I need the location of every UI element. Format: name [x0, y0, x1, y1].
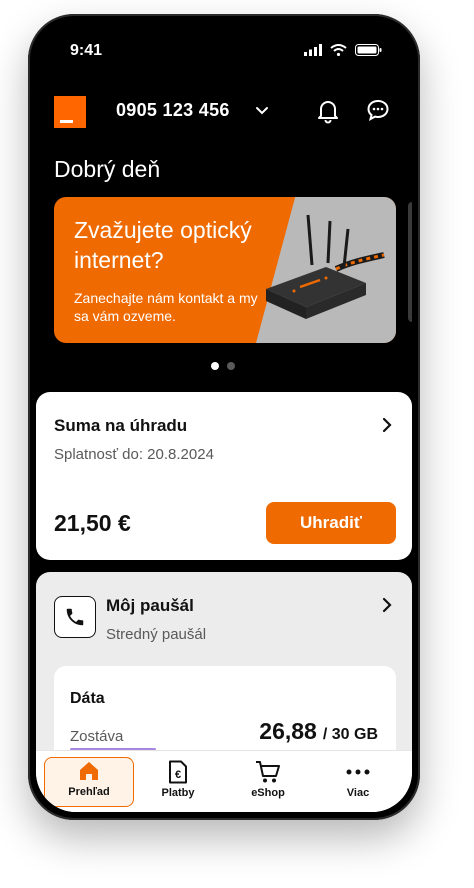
- status-time: 9:41: [70, 42, 103, 59]
- bottom-navigation: Prehľad € Platby eShop Viac: [36, 750, 412, 812]
- banner-subtitle: Zanechajte nám kontakt a my sa vám ozvem…: [74, 290, 258, 324]
- chevron-right-icon[interactable]: [380, 596, 394, 614]
- banner-title: Zvažujete optický internet?: [74, 217, 252, 273]
- svg-text:€: €: [175, 769, 181, 781]
- status-bar: 9:41: [36, 22, 412, 66]
- pagination-dot[interactable]: [227, 362, 235, 370]
- data-title: Dáta: [70, 690, 105, 707]
- data-remaining-value: 26,88: [259, 718, 317, 744]
- data-remaining-label: Zostáva: [70, 728, 124, 745]
- chat-icon[interactable]: [366, 98, 390, 122]
- nav-label: Viac: [346, 787, 370, 799]
- orange-logo: [54, 96, 86, 128]
- nav-label: Platby: [161, 787, 195, 799]
- nav-item-platby[interactable]: € Platby: [134, 759, 222, 805]
- bell-icon[interactable]: [316, 98, 340, 124]
- nav-label: eShop: [251, 787, 285, 799]
- home-icon: [80, 762, 98, 780]
- nav-item-eshop[interactable]: eShop: [224, 759, 312, 805]
- phone-handset-icon: [54, 596, 96, 638]
- chevron-right-icon[interactable]: [380, 416, 394, 434]
- data-total: / 30 GB: [322, 726, 378, 743]
- battery-icon: [355, 44, 382, 56]
- app-header: 0905 123 456: [36, 96, 412, 136]
- cart-icon: [256, 761, 280, 783]
- euro-document-icon: €: [169, 760, 187, 784]
- promo-banner[interactable]: Zvažujete optický internet? Zanechajte n…: [54, 197, 396, 343]
- payment-card[interactable]: Suma na úhradu Splatnosť do: 20.8.2024 2…: [36, 392, 412, 560]
- payment-title: Suma na úhradu: [54, 416, 188, 435]
- wifi-icon: [330, 44, 347, 56]
- greeting-text: Dobrý deň: [54, 156, 161, 182]
- pagination-dot-active[interactable]: [211, 362, 219, 370]
- signal-icon: [304, 44, 322, 56]
- phone-frame: 9:41 0905 123 456 Dobrý deň Zvažujete op…: [28, 14, 420, 820]
- chevron-down-icon[interactable]: [254, 102, 270, 118]
- router-illustration: [266, 214, 385, 319]
- plan-title: Môj paušál: [106, 596, 194, 615]
- app-screen: 9:41 0905 123 456 Dobrý deň Zvažujete op…: [36, 22, 412, 812]
- plan-name: Stredný paušál: [106, 626, 207, 643]
- nav-item-viac[interactable]: Viac: [314, 759, 402, 805]
- phone-number-selector[interactable]: 0905 123 456: [116, 100, 230, 121]
- more-dots-icon: [346, 769, 370, 775]
- next-banner-peek[interactable]: [408, 202, 412, 322]
- payment-amount: 21,50 €: [54, 510, 131, 536]
- nav-item-prehlad[interactable]: Prehľad: [44, 757, 134, 807]
- banner-pagination: [211, 362, 235, 370]
- pay-button[interactable]: Uhradiť: [266, 502, 396, 544]
- payment-due-date: Splatnosť do: 20.8.2024: [54, 446, 214, 463]
- nav-label: Prehľad: [68, 786, 110, 798]
